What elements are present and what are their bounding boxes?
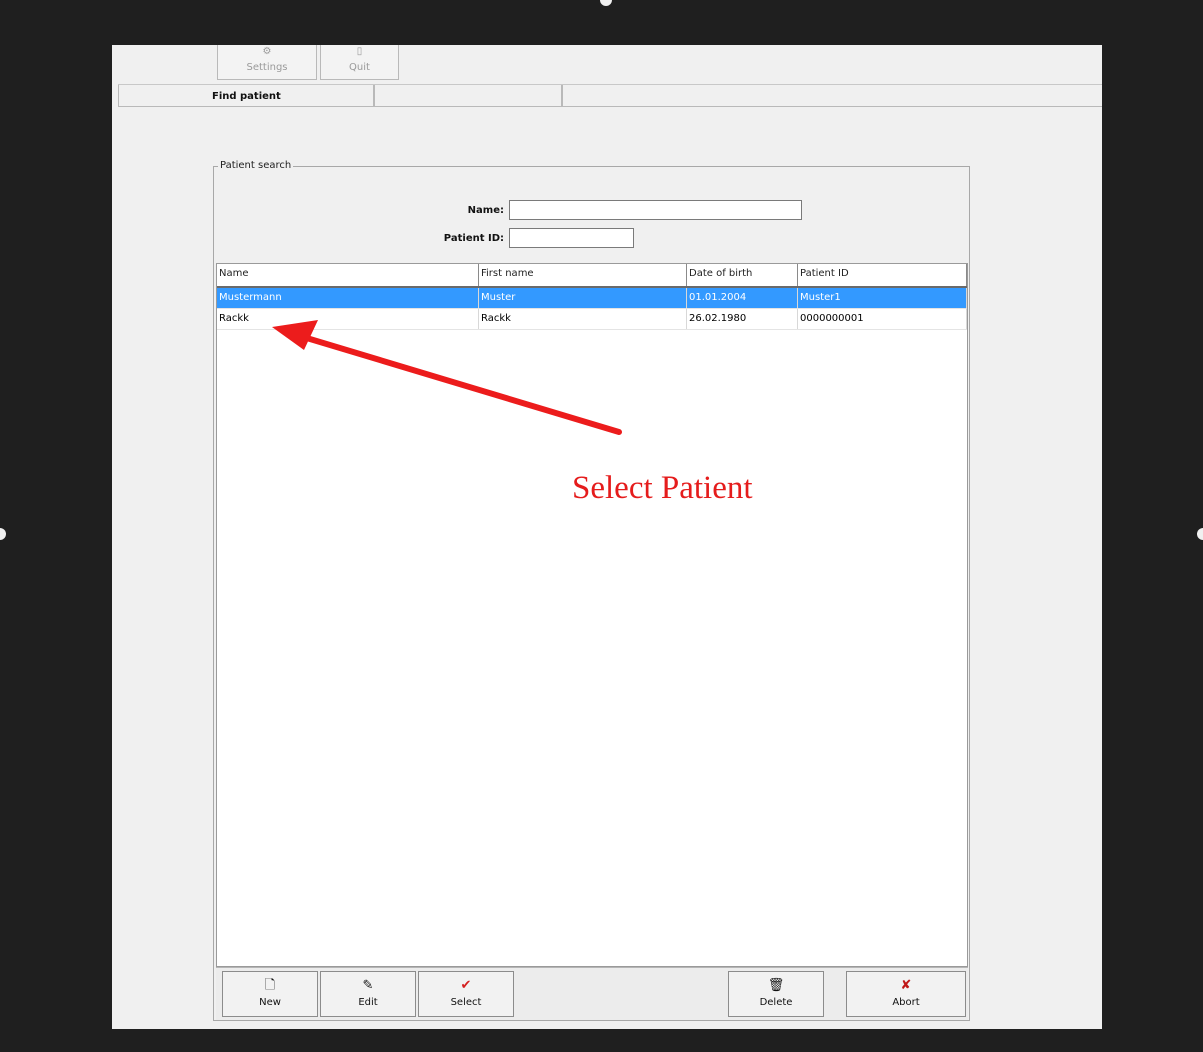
annotation-text: Select Patient bbox=[572, 470, 753, 506]
annotation-arrow bbox=[272, 320, 622, 435]
